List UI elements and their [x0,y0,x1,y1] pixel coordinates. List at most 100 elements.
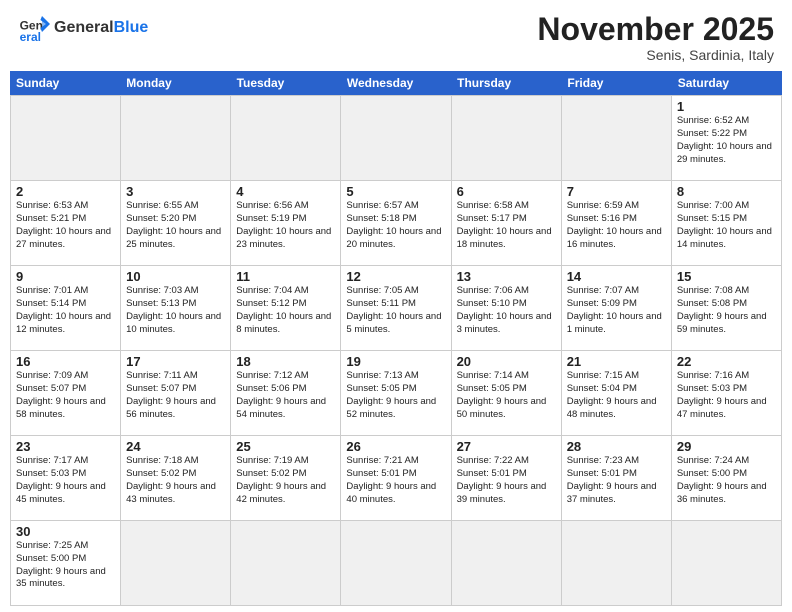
day-info: Sunrise: 7:15 AM Sunset: 5:04 PM Dayligh… [567,370,666,421]
cal-cell: 9Sunrise: 7:01 AM Sunset: 5:14 PM Daylig… [11,266,121,351]
day-info: Sunrise: 6:57 AM Sunset: 5:18 PM Dayligh… [346,200,445,251]
day-number: 24 [126,439,225,454]
day-number: 27 [457,439,556,454]
calendar: Sunday Monday Tuesday Wednesday Thursday… [0,71,792,612]
day-info: Sunrise: 7:04 AM Sunset: 5:12 PM Dayligh… [236,285,335,336]
day-info: Sunrise: 6:58 AM Sunset: 5:17 PM Dayligh… [457,200,556,251]
day-number: 29 [677,439,776,454]
day-info: Sunrise: 7:00 AM Sunset: 5:15 PM Dayligh… [677,200,776,251]
calendar-body: 1Sunrise: 6:52 AM Sunset: 5:22 PM Daylig… [10,95,782,606]
day-info: Sunrise: 6:52 AM Sunset: 5:22 PM Dayligh… [677,115,776,166]
day-number: 14 [567,269,666,284]
page: Gen eral GeneralBlue November 2025 Senis… [0,0,792,612]
cal-cell: 14Sunrise: 7:07 AM Sunset: 5:09 PM Dayli… [562,266,672,351]
day-number: 17 [126,354,225,369]
day-number: 4 [236,184,335,199]
cal-cell: 7Sunrise: 6:59 AM Sunset: 5:16 PM Daylig… [562,181,672,266]
cal-cell: 21Sunrise: 7:15 AM Sunset: 5:04 PM Dayli… [562,351,672,436]
cal-cell: 11Sunrise: 7:04 AM Sunset: 5:12 PM Dayli… [231,266,341,351]
cal-cell: 3Sunrise: 6:55 AM Sunset: 5:20 PM Daylig… [121,181,231,266]
day-info: Sunrise: 6:56 AM Sunset: 5:19 PM Dayligh… [236,200,335,251]
day-number: 23 [16,439,115,454]
header-friday: Friday [561,71,671,95]
header-wednesday: Wednesday [341,71,451,95]
day-number: 20 [457,354,556,369]
day-info: Sunrise: 7:12 AM Sunset: 5:06 PM Dayligh… [236,370,335,421]
cal-cell [341,96,451,181]
day-number: 28 [567,439,666,454]
header-tuesday: Tuesday [231,71,341,95]
cal-cell: 25Sunrise: 7:19 AM Sunset: 5:02 PM Dayli… [231,436,341,521]
month-title: November 2025 [537,12,774,47]
day-info: Sunrise: 7:03 AM Sunset: 5:13 PM Dayligh… [126,285,225,336]
calendar-header: Sunday Monday Tuesday Wednesday Thursday… [10,71,782,95]
cal-cell: 30Sunrise: 7:25 AM Sunset: 5:00 PM Dayli… [11,521,121,606]
day-info: Sunrise: 7:05 AM Sunset: 5:11 PM Dayligh… [346,285,445,336]
cal-cell: 10Sunrise: 7:03 AM Sunset: 5:13 PM Dayli… [121,266,231,351]
svg-text:eral: eral [20,30,41,44]
cal-cell [231,521,341,606]
cal-cell [562,521,672,606]
cal-cell: 28Sunrise: 7:23 AM Sunset: 5:01 PM Dayli… [562,436,672,521]
day-number: 13 [457,269,556,284]
day-info: Sunrise: 7:13 AM Sunset: 5:05 PM Dayligh… [346,370,445,421]
cal-cell: 8Sunrise: 7:00 AM Sunset: 5:15 PM Daylig… [672,181,782,266]
cal-cell: 18Sunrise: 7:12 AM Sunset: 5:06 PM Dayli… [231,351,341,436]
day-number: 1 [677,99,776,114]
header-thursday: Thursday [451,71,561,95]
title-area: November 2025 Senis, Sardinia, Italy [537,12,774,63]
day-info: Sunrise: 7:21 AM Sunset: 5:01 PM Dayligh… [346,455,445,506]
cal-cell: 29Sunrise: 7:24 AM Sunset: 5:00 PM Dayli… [672,436,782,521]
cal-cell: 22Sunrise: 7:16 AM Sunset: 5:03 PM Dayli… [672,351,782,436]
day-number: 30 [16,524,115,539]
cal-cell [341,521,451,606]
header: Gen eral GeneralBlue November 2025 Senis… [0,0,792,71]
day-info: Sunrise: 7:01 AM Sunset: 5:14 PM Dayligh… [16,285,115,336]
cal-cell: 16Sunrise: 7:09 AM Sunset: 5:07 PM Dayli… [11,351,121,436]
day-info: Sunrise: 7:14 AM Sunset: 5:05 PM Dayligh… [457,370,556,421]
cal-cell [121,96,231,181]
day-info: Sunrise: 7:24 AM Sunset: 5:00 PM Dayligh… [677,455,776,506]
day-number: 21 [567,354,666,369]
day-info: Sunrise: 7:09 AM Sunset: 5:07 PM Dayligh… [16,370,115,421]
cal-cell: 23Sunrise: 7:17 AM Sunset: 5:03 PM Dayli… [11,436,121,521]
day-info: Sunrise: 7:06 AM Sunset: 5:10 PM Dayligh… [457,285,556,336]
day-number: 7 [567,184,666,199]
cal-cell [121,521,231,606]
logo-wordmark: GeneralBlue [54,20,148,36]
cal-cell: 24Sunrise: 7:18 AM Sunset: 5:02 PM Dayli… [121,436,231,521]
day-info: Sunrise: 7:25 AM Sunset: 5:00 PM Dayligh… [16,540,115,591]
cal-cell [11,96,121,181]
day-number: 15 [677,269,776,284]
day-info: Sunrise: 7:22 AM Sunset: 5:01 PM Dayligh… [457,455,556,506]
day-number: 9 [16,269,115,284]
day-info: Sunrise: 7:11 AM Sunset: 5:07 PM Dayligh… [126,370,225,421]
cal-cell [452,96,562,181]
cal-cell: 26Sunrise: 7:21 AM Sunset: 5:01 PM Dayli… [341,436,451,521]
subtitle: Senis, Sardinia, Italy [537,47,774,63]
day-number: 11 [236,269,335,284]
day-info: Sunrise: 7:18 AM Sunset: 5:02 PM Dayligh… [126,455,225,506]
cal-cell: 2Sunrise: 6:53 AM Sunset: 5:21 PM Daylig… [11,181,121,266]
day-number: 26 [346,439,445,454]
cal-cell: 6Sunrise: 6:58 AM Sunset: 5:17 PM Daylig… [452,181,562,266]
day-number: 25 [236,439,335,454]
cal-cell [562,96,672,181]
day-number: 16 [16,354,115,369]
header-saturday: Saturday [672,71,782,95]
header-monday: Monday [120,71,230,95]
cal-cell [231,96,341,181]
cal-cell: 15Sunrise: 7:08 AM Sunset: 5:08 PM Dayli… [672,266,782,351]
day-info: Sunrise: 6:59 AM Sunset: 5:16 PM Dayligh… [567,200,666,251]
day-info: Sunrise: 7:19 AM Sunset: 5:02 PM Dayligh… [236,455,335,506]
day-number: 18 [236,354,335,369]
day-number: 10 [126,269,225,284]
day-number: 22 [677,354,776,369]
day-number: 6 [457,184,556,199]
cal-cell: 27Sunrise: 7:22 AM Sunset: 5:01 PM Dayli… [452,436,562,521]
day-number: 5 [346,184,445,199]
day-number: 2 [16,184,115,199]
cal-cell [672,521,782,606]
day-info: Sunrise: 7:23 AM Sunset: 5:01 PM Dayligh… [567,455,666,506]
day-info: Sunrise: 7:17 AM Sunset: 5:03 PM Dayligh… [16,455,115,506]
